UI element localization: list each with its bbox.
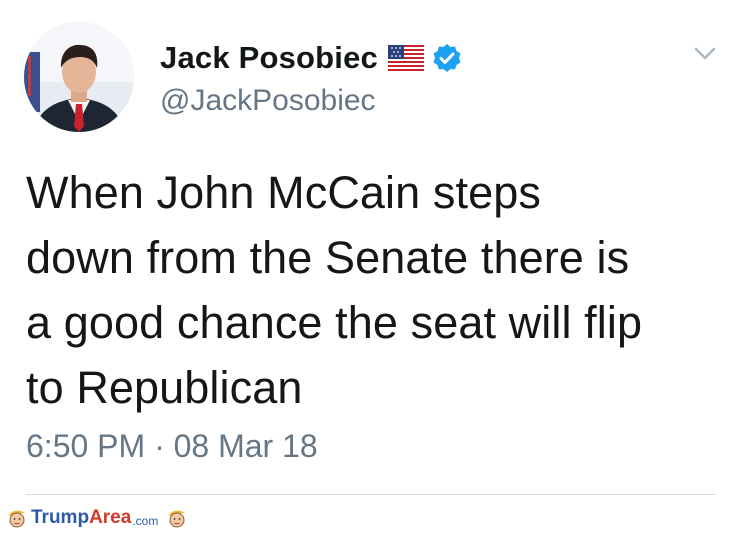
tweet-text: When John McCain steps down from the Sen… <box>26 160 716 420</box>
trump-face-icon <box>166 507 188 529</box>
tweet-text-line: a good chance the seat will flip <box>26 297 643 348</box>
us-flag-icon <box>388 45 424 71</box>
avatar[interactable] <box>24 22 134 132</box>
watermark-logo: Trump Area .com <box>6 506 188 530</box>
author-name-row: Jack Posobiec <box>160 38 462 78</box>
divider <box>26 494 716 495</box>
avatar-photo <box>24 22 134 132</box>
tweet-timestamp[interactable]: 6:50 PM · 08 Mar 18 <box>26 428 318 465</box>
user-handle[interactable]: @JackPosobiec <box>160 84 376 118</box>
chevron-down-icon[interactable] <box>690 38 720 68</box>
watermark-brand-part1: Trump <box>31 507 90 528</box>
watermark-brand-suffix: .com <box>132 513 159 528</box>
tweet-text-line: to Republican <box>26 362 303 413</box>
display-name[interactable]: Jack Posobiec <box>160 40 378 76</box>
tweet-text-line: down from the Senate there is <box>26 232 630 283</box>
watermark-brand-part2: Area <box>89 507 132 528</box>
trump-face-icon <box>6 507 28 529</box>
verified-badge-icon <box>432 43 462 73</box>
tweet-text-line: When John McCain steps <box>26 167 541 218</box>
